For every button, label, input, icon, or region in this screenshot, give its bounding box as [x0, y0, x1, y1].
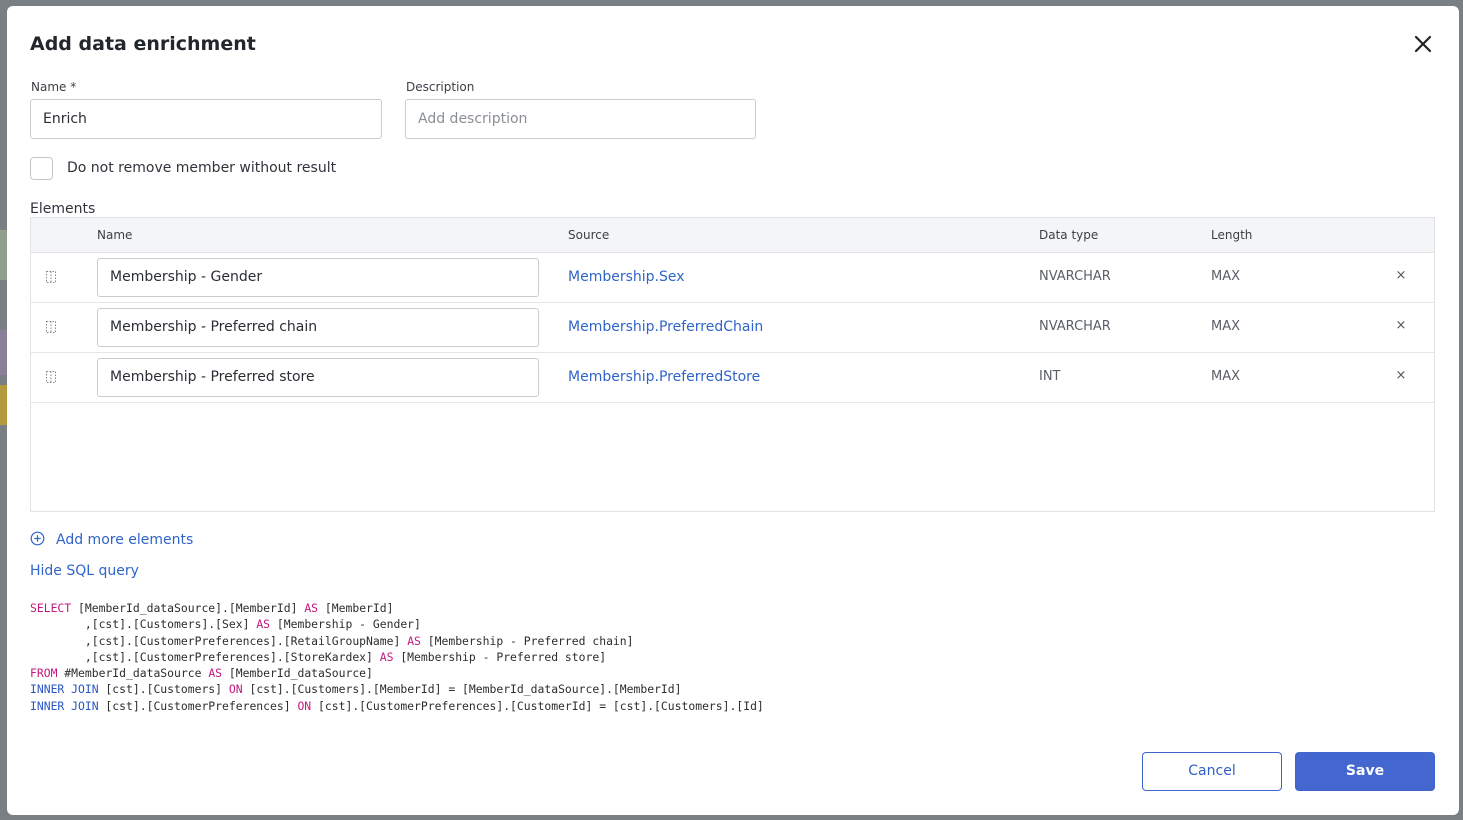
elements-heading: Elements — [30, 201, 96, 217]
sql-text: [cst].[CustomerPreferences].[CustomerId]… — [311, 698, 764, 713]
do-not-remove-label: Do not remove member without result — [67, 160, 337, 176]
cancel-button[interactable]: Cancel — [1142, 752, 1282, 791]
name-label: Name * — [31, 80, 77, 94]
table-row: Membership - Preferred chain Membership.… — [31, 303, 1434, 353]
sql-text: [cst].[Customers] — [98, 682, 229, 697]
sql-text: ,[cst].[CustomerPreferences].[RetailGrou… — [30, 633, 408, 648]
sql-text: [Membership - Gender] — [270, 617, 421, 632]
sql-line: INNER JOIN [cst].[CustomerPreferences] O… — [30, 698, 764, 714]
column-source-header: Source — [568, 228, 610, 242]
sql-line: SELECT [MemberId_dataSource].[MemberId] … — [30, 600, 764, 616]
sql-keyword: AS — [407, 633, 421, 648]
element-data-type: NVARCHAR — [1039, 319, 1111, 334]
name-input[interactable]: Enrich — [30, 99, 382, 139]
sql-line: FROM #MemberId_dataSource AS [MemberId_d… — [30, 665, 764, 681]
column-length-header: Length — [1211, 228, 1253, 242]
element-name-input[interactable]: Membership - Gender — [97, 258, 539, 297]
drag-handle-icon[interactable] — [45, 319, 57, 333]
table-header: Name Source Data type Length — [31, 218, 1434, 253]
sql-text: [cst].[Customers].[MemberId] = [MemberId… — [242, 682, 682, 697]
sql-line: ,[cst].[CustomerPreferences].[StoreKarde… — [30, 649, 764, 665]
sql-join-keyword: INNER JOIN — [30, 698, 99, 713]
remove-element-icon[interactable]: × — [1395, 268, 1407, 284]
close-icon[interactable] — [1412, 33, 1434, 55]
element-name-input[interactable]: Membership - Preferred chain — [97, 308, 539, 347]
element-source-link[interactable]: Membership.PreferredChain — [568, 319, 763, 335]
column-data-type-header: Data type — [1039, 228, 1099, 242]
save-button[interactable]: Save — [1295, 752, 1435, 791]
table-row: Membership - Gender Membership.Sex NVARC… — [31, 253, 1434, 303]
element-name-input[interactable]: Membership - Preferred store — [97, 358, 539, 397]
drag-handle-icon[interactable] — [45, 369, 57, 383]
sql-keyword: SELECT — [30, 601, 72, 615]
elements-table: Name Source Data type Length Membership … — [30, 217, 1435, 512]
description-input[interactable]: Add description — [405, 99, 756, 139]
element-source-link[interactable]: Membership.Sex — [568, 269, 685, 285]
sql-line: INNER JOIN [cst].[Customers] ON [cst].[C… — [30, 681, 764, 697]
description-label: Description — [406, 80, 475, 94]
element-length: MAX — [1211, 269, 1241, 284]
column-name-header: Name — [97, 228, 133, 242]
table-row: Membership - Preferred store Membership.… — [31, 353, 1434, 403]
sql-text: #MemberId_dataSource — [57, 666, 209, 681]
plus-circle-icon — [30, 531, 45, 550]
sql-line: ,[cst].[Customers].[Sex] AS [Membership … — [30, 616, 764, 632]
element-source-link[interactable]: Membership.PreferredStore — [568, 369, 760, 385]
sql-text: [cst].[CustomerPreferences] — [98, 698, 298, 713]
element-data-type: NVARCHAR — [1039, 269, 1111, 284]
sql-keyword: FROM — [30, 666, 58, 681]
sql-text: [MemberId_dataSource] — [222, 666, 373, 681]
sql-join-keyword: INNER JOIN — [30, 682, 99, 697]
sql-text: ,[cst].[CustomerPreferences].[StoreKarde… — [30, 649, 380, 664]
sql-keyword: AS — [256, 617, 271, 632]
remove-element-icon[interactable]: × — [1395, 318, 1407, 334]
hide-sql-query-link[interactable]: Hide SQL query — [30, 563, 139, 579]
sql-text: [MemberId_dataSource].[MemberId] — [71, 601, 305, 615]
add-data-enrichment-dialog: Add data enrichment Name * Enrich Descri… — [7, 6, 1459, 815]
add-more-elements-label: Add more elements — [56, 532, 194, 548]
do-not-remove-checkbox[interactable] — [30, 157, 53, 180]
sql-keyword: AS — [379, 649, 394, 664]
element-data-type: INT — [1039, 369, 1061, 384]
remove-element-icon[interactable]: × — [1395, 368, 1407, 384]
sql-query-code: SELECT [MemberId_dataSource].[MemberId] … — [30, 600, 764, 714]
sql-keyword: AS — [304, 601, 319, 615]
dialog-title: Add data enrichment — [30, 33, 256, 55]
sql-keyword: ON — [228, 682, 243, 697]
sql-text: ,[cst].[Customers].[Sex] — [30, 617, 257, 632]
sql-text: [MemberId] — [318, 601, 394, 615]
sql-text: [Membership - Preferred chain] — [420, 633, 634, 648]
drag-handle-icon[interactable] — [45, 269, 57, 283]
element-length: MAX — [1211, 319, 1241, 334]
sql-keyword: AS — [208, 666, 223, 681]
sql-line: ,[cst].[CustomerPreferences].[RetailGrou… — [30, 633, 764, 649]
sql-text: [Membership - Preferred store] — [393, 649, 607, 664]
element-length: MAX — [1211, 369, 1241, 384]
sql-keyword: ON — [297, 698, 312, 713]
add-more-elements-button[interactable]: Add more elements — [30, 530, 193, 550]
